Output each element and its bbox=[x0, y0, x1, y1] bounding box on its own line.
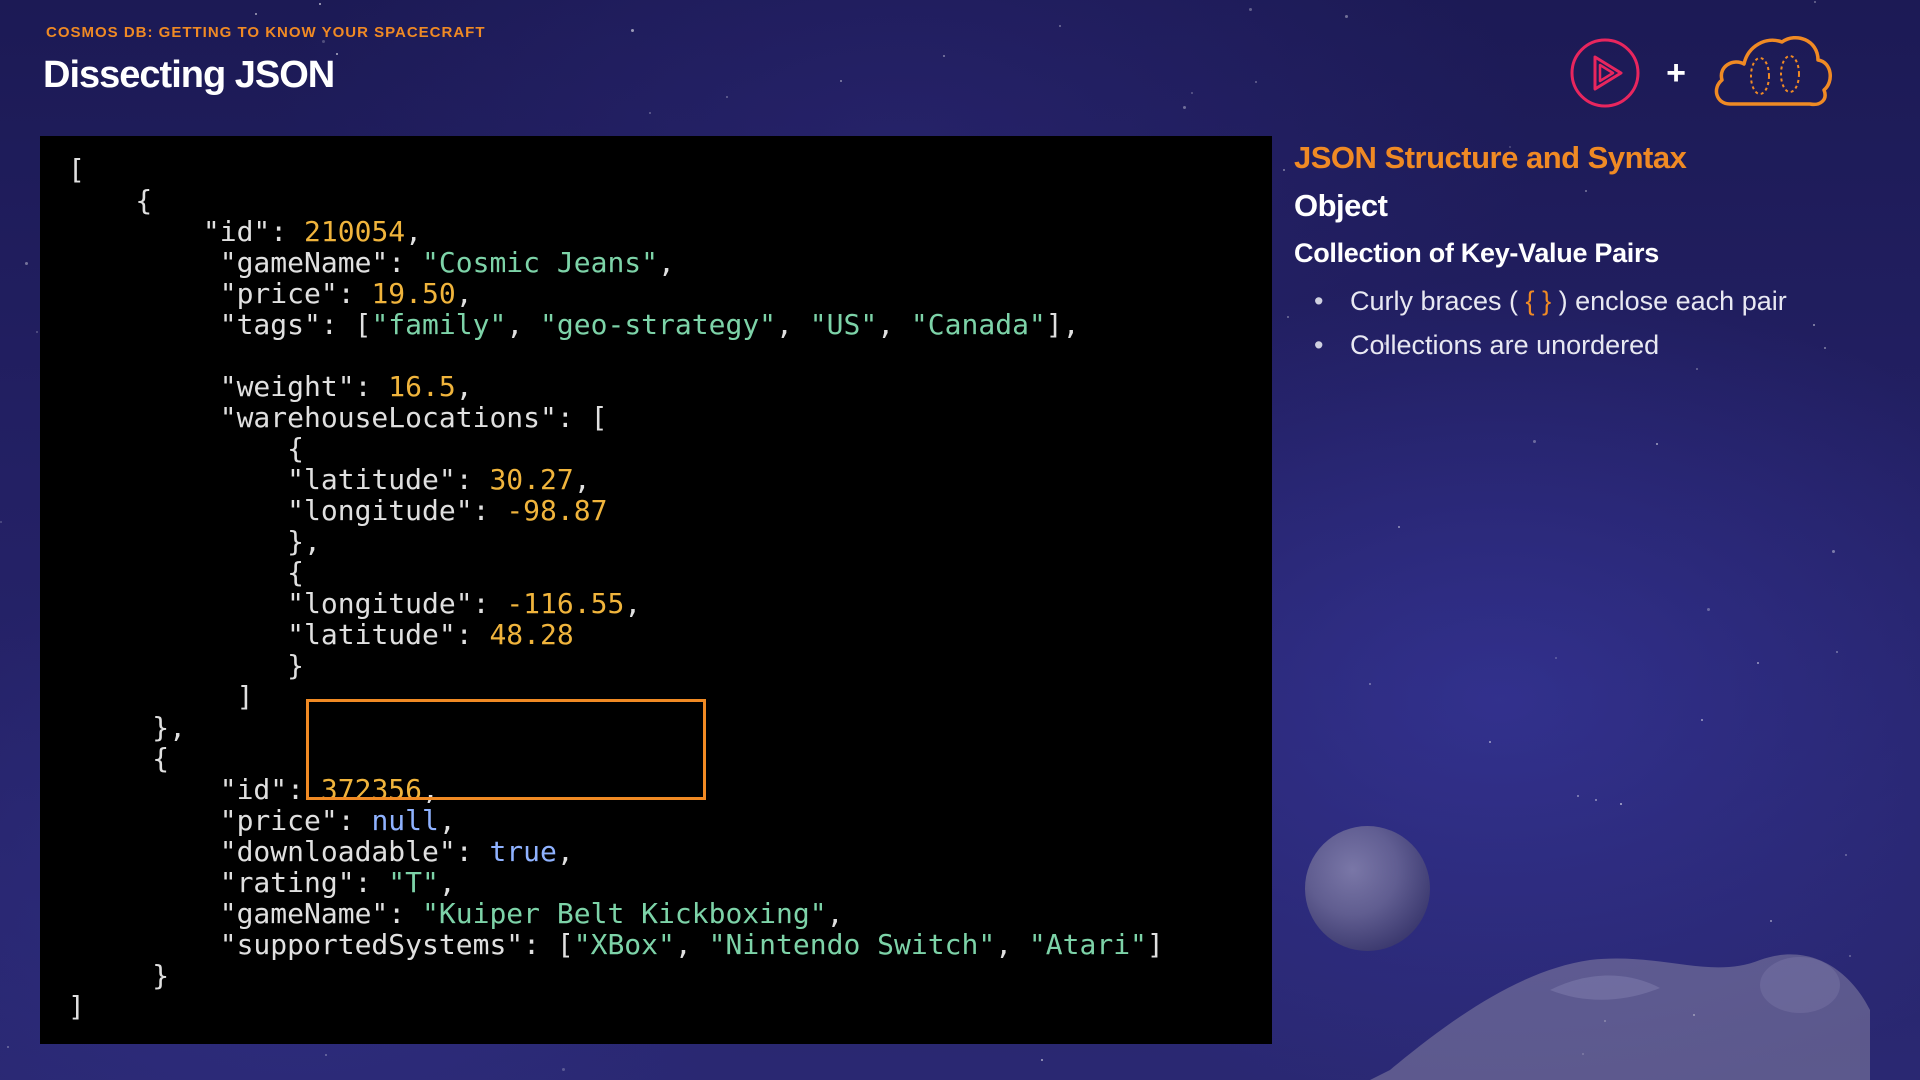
star bbox=[1255, 81, 1257, 83]
code-line: { bbox=[68, 432, 305, 465]
star bbox=[1832, 550, 1835, 553]
star bbox=[1577, 795, 1579, 797]
key-value-heading: Collection of Key-Value Pairs bbox=[1294, 238, 1659, 268]
star bbox=[1701, 719, 1703, 721]
star bbox=[1814, 1, 1816, 3]
star bbox=[1369, 683, 1371, 685]
star bbox=[1696, 368, 1698, 370]
star bbox=[726, 96, 728, 98]
highlighted-object-box bbox=[306, 699, 706, 800]
code-line: "longitude": -116.55, bbox=[287, 587, 642, 620]
code-line: "rating": "T", bbox=[219, 866, 456, 899]
star bbox=[1191, 92, 1193, 94]
object-subheading: Object bbox=[1294, 188, 1388, 223]
code-line: "id": 210054, bbox=[202, 215, 423, 248]
star bbox=[325, 1054, 327, 1056]
code-line: "price": null, bbox=[219, 804, 456, 837]
star bbox=[1249, 8, 1252, 11]
star bbox=[1041, 1059, 1043, 1061]
star bbox=[25, 262, 28, 265]
section-heading: JSON Structure and Syntax bbox=[1294, 140, 1687, 175]
code-line: "latitude": 48.28 bbox=[287, 618, 574, 651]
code-line: "supportedSystems": ["XBox", "Nintendo S… bbox=[219, 928, 1164, 961]
code-line: } bbox=[68, 959, 170, 992]
json-code-block: [ { "id": 210054, "gameName": "Cosmic Je… bbox=[68, 154, 1164, 1022]
curly-braces-accent: { } bbox=[1525, 286, 1552, 316]
star bbox=[1283, 169, 1285, 171]
star bbox=[255, 13, 257, 15]
star bbox=[943, 55, 945, 57]
star bbox=[1620, 803, 1622, 805]
cloud-logo-icon bbox=[1714, 36, 1832, 107]
plus-sign: + bbox=[1666, 54, 1686, 92]
json-code-panel: [ { "id": 210054, "gameName": "Cosmic Je… bbox=[40, 136, 1272, 1044]
code-line: "price": 19.50, bbox=[219, 277, 473, 310]
star bbox=[649, 112, 651, 114]
code-line: "tags": ["family", "geo-strategy", "US",… bbox=[219, 308, 1080, 341]
bullet-list: Curly braces ( { } ) enclose each pair C… bbox=[1314, 279, 1894, 367]
star bbox=[1398, 526, 1400, 528]
star bbox=[1555, 657, 1557, 659]
star bbox=[319, 3, 321, 5]
code-line: "warehouseLocations": [ bbox=[219, 401, 608, 434]
star bbox=[1707, 608, 1710, 611]
code-line: "latitude": 30.27, bbox=[287, 463, 591, 496]
code-line: "downloadable": true, bbox=[219, 835, 574, 868]
bullet-unordered: Collections are unordered bbox=[1314, 323, 1894, 367]
star bbox=[1059, 25, 1061, 27]
bullet-curly-braces: Curly braces ( { } ) enclose each pair bbox=[1314, 279, 1894, 323]
code-line: "gameName": "Cosmic Jeans", bbox=[219, 246, 675, 279]
star bbox=[1489, 741, 1491, 743]
star bbox=[1595, 799, 1597, 801]
code-line: }, bbox=[68, 525, 321, 558]
code-line: [ bbox=[68, 153, 85, 186]
star bbox=[0, 521, 2, 523]
code-line: { bbox=[68, 556, 305, 589]
code-line: ] bbox=[68, 990, 85, 1023]
star bbox=[336, 53, 338, 55]
star bbox=[1656, 443, 1658, 445]
code-line: "weight": 16.5, bbox=[219, 370, 473, 403]
explanation-panel: JSON Structure and Syntax Object Collect… bbox=[1294, 140, 1894, 367]
star bbox=[631, 29, 634, 32]
code-line: "gameName": "Kuiper Belt Kickboxing", bbox=[219, 897, 844, 930]
code-line: "longitude": -98.87 bbox=[287, 494, 608, 527]
astronaut-image bbox=[1370, 954, 1870, 1080]
star bbox=[7, 1046, 9, 1048]
star bbox=[36, 331, 38, 333]
star bbox=[1845, 854, 1847, 856]
star bbox=[1183, 106, 1186, 109]
star bbox=[1836, 651, 1838, 653]
star bbox=[1533, 440, 1536, 443]
course-eyebrow: COSMOS DB: GETTING TO KNOW YOUR SPACECRA… bbox=[46, 24, 486, 41]
code-line: } bbox=[68, 649, 305, 682]
star bbox=[1345, 15, 1348, 18]
play-logo-icon bbox=[1570, 38, 1640, 108]
star bbox=[840, 80, 842, 82]
star bbox=[1757, 662, 1759, 664]
star bbox=[1287, 316, 1289, 318]
code-line: { bbox=[68, 184, 153, 217]
slide-title: Dissecting JSON bbox=[43, 54, 335, 96]
star bbox=[562, 1068, 565, 1071]
